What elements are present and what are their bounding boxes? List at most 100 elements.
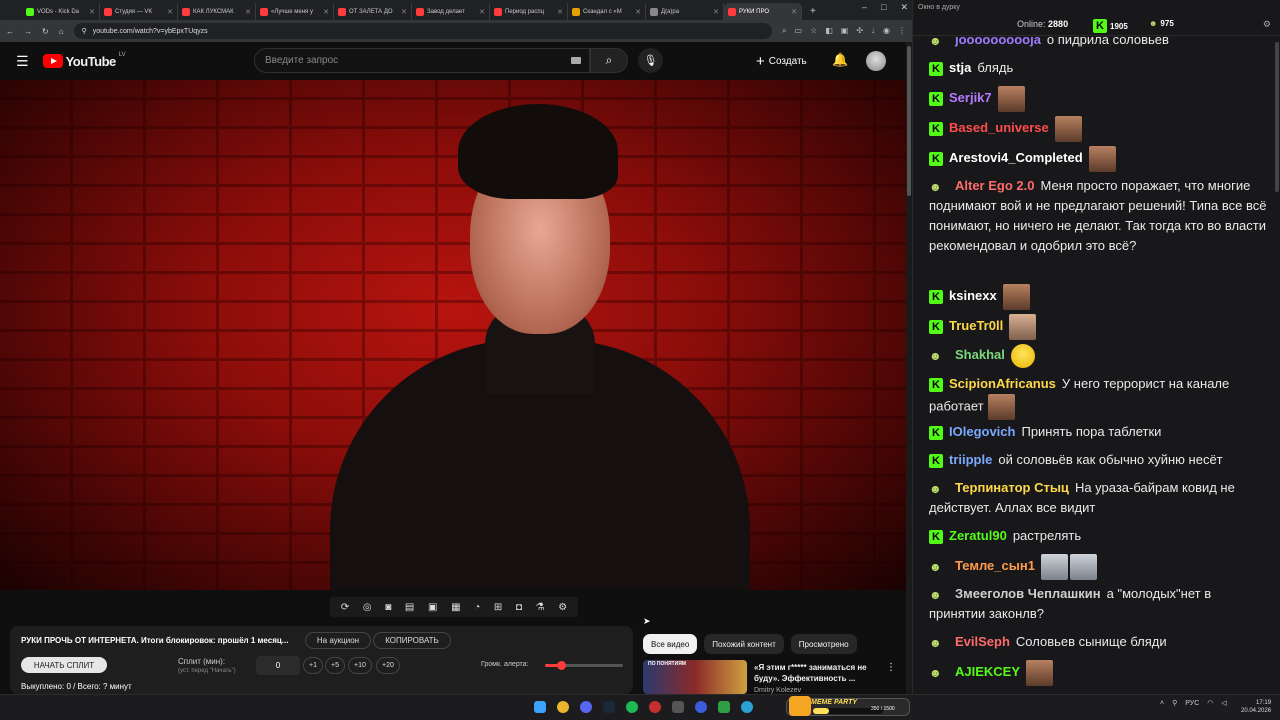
video-player[interactable] <box>0 80 906 590</box>
chat-username[interactable]: Змееголов Чеплашкин <box>955 586 1101 601</box>
browser-tab[interactable]: РУКИ ПРО ✕ <box>724 3 802 20</box>
chip-all-videos[interactable]: Все видео <box>643 634 698 654</box>
chat-username[interactable]: IOlegovich <box>949 424 1015 439</box>
maximize-icon[interactable]: □ <box>881 2 886 13</box>
alert-volume-slider[interactable] <box>545 661 623 670</box>
recommended-video[interactable]: ПО ПОНЯТИЯМ «Я этим г***** заниматься не… <box>643 660 898 694</box>
tab-close-icon[interactable]: ✕ <box>323 8 329 16</box>
volume-icon[interactable]: ◁ <box>1221 699 1226 707</box>
tab-close-icon[interactable]: ✕ <box>635 8 641 16</box>
increment-10-button[interactable]: +10 <box>348 657 372 674</box>
chat-settings-icon[interactable]: ⚙ <box>1263 19 1271 30</box>
voice-search-button[interactable]: 🎙 <box>638 48 663 73</box>
url-field[interactable]: ⚲ youtube.com/watch?v=ybEpxTUqyzs <box>73 23 772 39</box>
film-icon[interactable]: ▤ <box>405 602 414 613</box>
browser-tab[interactable]: Скандал с «М ✕ <box>568 3 646 20</box>
search-input[interactable]: Введите запрос <box>254 48 590 73</box>
notifications-bell-icon[interactable]: 🔔 <box>832 52 848 68</box>
browser-tab[interactable]: ОТ ЗАЛЕТА ДО ✕ <box>334 3 412 20</box>
system-clock[interactable]: 17:19 20.04.2026 <box>1241 699 1271 715</box>
bookmark-star-icon[interactable]: ☆ <box>810 26 817 36</box>
browser-tab[interactable]: Студия — VK ✕ <box>100 3 178 20</box>
audio-icon[interactable]: ◎ <box>363 602 372 613</box>
more-options-icon[interactable]: ⋮ <box>886 662 896 673</box>
menu-icon[interactable]: ⋮ <box>898 26 906 36</box>
browser-tab[interactable]: КАК ЛУКСМАК ✕ <box>178 3 256 20</box>
hamburger-menu-icon[interactable]: ☰ <box>16 53 29 70</box>
add-video-icon[interactable]: ⊞ <box>494 602 502 613</box>
obs-icon[interactable] <box>649 701 661 713</box>
close-window-icon[interactable]: ✕ <box>900 2 908 13</box>
tab-close-icon[interactable]: ✕ <box>479 8 485 16</box>
pip-icon[interactable]: ▣ <box>428 602 437 613</box>
terminal-icon[interactable] <box>718 701 730 713</box>
new-tab-button[interactable]: + <box>810 6 816 17</box>
chat-username[interactable]: EvilSeph <box>955 634 1010 649</box>
youtube-logo[interactable]: YouTube LV <box>42 52 126 69</box>
start-split-button[interactable]: НАЧАТЬ СПЛИТ <box>21 657 107 673</box>
forward-icon[interactable]: → <box>24 27 32 36</box>
language-indicator[interactable]: РУС <box>1185 700 1199 707</box>
chat-username[interactable]: TrueTr0ll <box>949 318 1003 333</box>
page-scrollbar-thumb[interactable] <box>907 46 911 196</box>
search-button[interactable]: ⌕ <box>590 48 628 73</box>
chat-username[interactable]: Arestovi4_Completed <box>949 150 1083 165</box>
settings-gear-icon[interactable]: ⚙ <box>558 602 567 613</box>
chat-username[interactable]: stja <box>949 60 971 75</box>
extensions-puzzle-icon[interactable]: ✣ <box>856 26 863 36</box>
increment-1-button[interactable]: +1 <box>303 657 323 674</box>
recommended-title[interactable]: «Я этим г***** заниматься не буду». Эффе… <box>754 662 882 684</box>
cast-icon[interactable]: ▭ <box>794 26 802 36</box>
chat-username[interactable]: joooooooooja <box>955 36 1041 47</box>
browser-tab[interactable]: VODs - Kick Da ✕ <box>22 3 100 20</box>
tab-close-icon[interactable]: ✕ <box>713 8 719 16</box>
tab-close-icon[interactable]: ✕ <box>557 8 563 16</box>
tab-close-icon[interactable]: ✕ <box>167 8 173 16</box>
screenshot-icon[interactable]: ◘ <box>516 602 522 613</box>
chat-username[interactable]: ScipionAfricanus <box>949 376 1056 391</box>
back-icon[interactable]: ← <box>6 27 14 36</box>
tab-close-icon[interactable]: ✕ <box>401 8 407 16</box>
create-button[interactable]: + Создать <box>756 50 807 72</box>
tab-close-icon[interactable]: ✕ <box>791 8 797 16</box>
speed-icon[interactable]: ◔ <box>474 602 480 613</box>
grid-icon[interactable]: ▦ <box>451 602 460 613</box>
loop-icon[interactable]: ⟳ <box>341 602 349 613</box>
chat-username[interactable]: triipple <box>949 452 992 467</box>
recommended-thumbnail[interactable]: ПО ПОНЯТИЯМ <box>643 660 747 694</box>
chat-scrollbar[interactable] <box>1275 42 1279 192</box>
screen-record-icon[interactable]: ◙ <box>385 602 391 613</box>
network-icon[interactable]: ⚲ <box>1172 699 1177 707</box>
steam-icon[interactable] <box>603 701 615 713</box>
app-icon[interactable] <box>672 701 684 713</box>
split-minutes-input[interactable]: 0 <box>256 656 300 675</box>
tray-chevron-icon[interactable]: ˄ <box>1160 700 1164 707</box>
minimize-icon[interactable]: – <box>862 2 867 13</box>
increment-5-button[interactable]: +5 <box>325 657 345 674</box>
media-player-icon[interactable] <box>695 701 707 713</box>
chip-watched[interactable]: Просмотрено <box>790 634 857 654</box>
tab-close-icon[interactable]: ✕ <box>89 8 95 16</box>
chat-username[interactable]: Based_universe <box>949 120 1049 135</box>
chat-username[interactable]: Zeratul90 <box>949 528 1007 543</box>
increment-20-button[interactable]: +20 <box>376 657 400 674</box>
start-icon[interactable] <box>534 701 546 713</box>
meme-party-widget[interactable]: MEME PARTY 350 / 1500 <box>786 696 910 716</box>
chat-username[interactable]: Терпинатор Стыц <box>955 480 1069 495</box>
chat-username[interactable]: Темле_сын1 <box>955 558 1035 573</box>
chat-username[interactable]: Alter Ego 2.0 <box>955 178 1034 193</box>
home-icon[interactable]: ⌂ <box>59 27 64 36</box>
browser-tab[interactable]: Период распц ✕ <box>490 3 568 20</box>
auction-button[interactable]: На аукцион <box>305 632 371 649</box>
chat-username[interactable]: Shakhal <box>955 347 1005 362</box>
copy-button[interactable]: КОПИРОВАТЬ <box>373 632 451 649</box>
zoom-icon[interactable]: ⌕ <box>782 26 786 36</box>
site-info-icon[interactable]: ⚲ <box>82 27 87 35</box>
chat-username[interactable]: ksinexx <box>949 288 997 303</box>
spotify-icon[interactable] <box>626 701 638 713</box>
telegram-icon[interactable] <box>741 701 753 713</box>
extension-icon[interactable]: ◧ <box>825 26 833 36</box>
avatar[interactable] <box>866 51 886 71</box>
browser-tab[interactable]: Завод делает ✕ <box>412 3 490 20</box>
recommended-channel[interactable]: Dmitry Kolezev <box>754 687 801 694</box>
